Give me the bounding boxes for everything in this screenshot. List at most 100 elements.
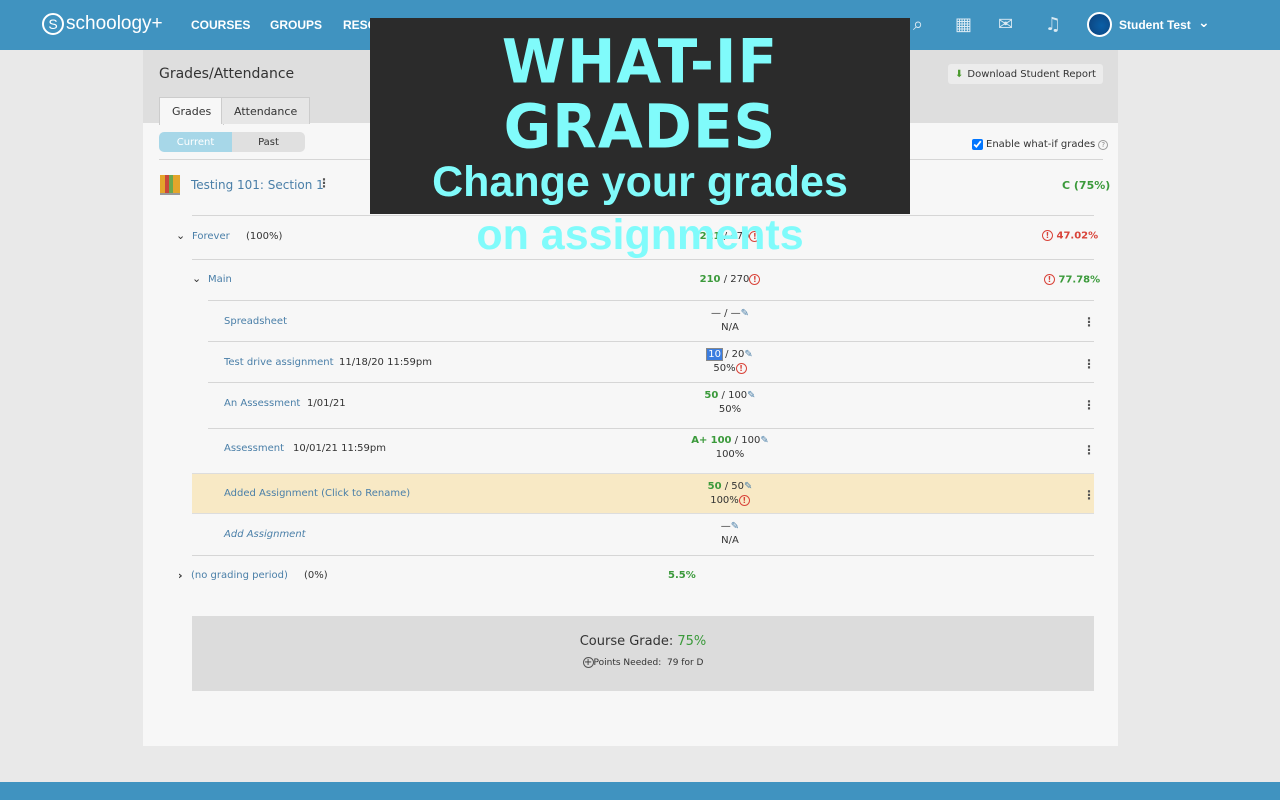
brand-text: schoology+	[66, 13, 163, 34]
percent: 100%	[715, 449, 745, 460]
avatar[interactable]	[1087, 12, 1112, 37]
overlay-subtitle-1: Change your grades	[432, 158, 848, 206]
course-menu-icon[interactable]: ⋮	[318, 176, 330, 190]
score[interactable]: 50	[704, 390, 718, 401]
whatif-checkbox[interactable]	[972, 139, 983, 150]
grade: 77.78%	[1058, 274, 1101, 286]
score[interactable]: 100	[711, 435, 732, 446]
chevron-down-icon[interactable]: ⌄	[192, 272, 201, 285]
whatif-toggle[interactable]: Enable what-if grades?	[972, 139, 1109, 150]
period-name[interactable]: Forever	[192, 231, 230, 242]
pencil-icon[interactable]: ✎	[731, 521, 739, 532]
add-assignment-link[interactable]: Add Assignment	[224, 529, 306, 540]
overlay-subtitle-2: on assignments	[476, 211, 804, 259]
percent: 50%	[718, 404, 742, 415]
warning-icon: !	[749, 273, 761, 285]
assignment-name[interactable]: An Assessment	[224, 398, 300, 409]
download-label: Download Student Report	[967, 68, 1096, 80]
course-books-icon	[160, 175, 180, 195]
warning-icon: !	[735, 362, 747, 374]
pencil-icon[interactable]: ✎	[744, 481, 752, 492]
period-name[interactable]: (no grading period)	[191, 570, 288, 581]
assignment-menu-icon[interactable]: ⋮	[1083, 398, 1095, 412]
points-needed[interactable]: +Points Needed: 79 for D	[192, 657, 1094, 668]
tab-grades[interactable]: Grades	[159, 97, 225, 125]
pencil-icon[interactable]: ✎	[747, 390, 755, 401]
chevron-right-icon[interactable]: ›	[178, 569, 183, 582]
assignment-score[interactable]: 50 / 100✎ 50%	[600, 389, 860, 417]
add-assignment-score[interactable]: —✎ N/A	[600, 520, 860, 548]
points-value: 79 for D	[666, 658, 704, 668]
bell-icon[interactable]: ♫	[1045, 14, 1061, 35]
points-label: Points Needed:	[593, 658, 662, 668]
course-grade-value: 75%	[677, 634, 707, 649]
mail-icon[interactable]: ✉	[998, 14, 1013, 35]
total: 20	[731, 349, 745, 360]
assignment-menu-icon[interactable]: ⋮	[1083, 488, 1095, 502]
footer-bar	[0, 782, 1280, 800]
assignment-name[interactable]: Assessment	[224, 443, 284, 454]
plus-circle-icon[interactable]: +	[582, 657, 594, 668]
warning-icon: !	[1042, 230, 1053, 241]
assignment-due: 10/01/21 11:59pm	[293, 443, 386, 454]
total: 100	[741, 435, 761, 446]
tab-attendance[interactable]: Attendance	[221, 97, 311, 124]
pencil-icon[interactable]: ✎	[744, 349, 752, 360]
total: —	[730, 308, 741, 319]
schoology-logo[interactable]: Sschoology+	[42, 13, 163, 35]
percent: 50%	[713, 363, 736, 374]
total: 100	[728, 390, 748, 401]
category-score: 210 / 270!	[600, 273, 860, 287]
assignment-score[interactable]: — / —✎ N/A	[600, 307, 860, 335]
assignment-menu-icon[interactable]: ⋮	[1083, 315, 1095, 329]
assignment-score[interactable]: A+ 100 / 100✎ 100%	[600, 434, 860, 462]
period-grade: ! 47.02%	[1042, 230, 1098, 242]
pencil-icon[interactable]: ✎	[760, 435, 768, 446]
nav-courses[interactable]: COURSES	[191, 18, 250, 32]
score[interactable]: —	[711, 308, 721, 319]
nav-groups[interactable]: GROUPS	[270, 18, 322, 32]
divider	[192, 555, 1094, 556]
course-name[interactable]: Testing 101: Section 1	[191, 178, 324, 192]
score[interactable]: 50	[708, 481, 722, 492]
whatif-label: Enable what-if grades	[986, 139, 1096, 150]
assignment-due: 1/01/21	[307, 398, 346, 409]
help-icon[interactable]: ?	[1098, 139, 1109, 150]
pencil-icon[interactable]: ✎	[741, 308, 749, 319]
warning-icon: !	[1044, 274, 1055, 285]
assignment-menu-icon[interactable]: ⋮	[1083, 443, 1095, 457]
assignment-name[interactable]: Test drive assignment	[224, 357, 334, 368]
period-past[interactable]: Past	[232, 132, 305, 152]
divider	[208, 341, 1094, 342]
chevron-down-icon[interactable]: ⌄	[1198, 15, 1210, 31]
period-grade: 5.5%	[668, 570, 696, 581]
user-name[interactable]: Student Test	[1119, 18, 1191, 32]
assignment-score[interactable]: 10 / 20✎ 50%!	[600, 348, 860, 376]
score[interactable]: —	[721, 521, 731, 532]
chevron-down-icon[interactable]: ⌄	[176, 229, 185, 242]
category-name[interactable]: Main	[208, 274, 232, 285]
course-grade-line: Course Grade: 75%	[192, 634, 1094, 649]
course-grade: C (75%)	[1062, 179, 1111, 192]
letter-grade: A+	[691, 435, 708, 446]
calendar-icon[interactable]: ▦	[955, 14, 972, 35]
download-report-button[interactable]: ⬇ Download Student Report	[948, 64, 1103, 84]
assignment-name[interactable]: Added Assignment (Click to Rename)	[224, 488, 410, 499]
period-weight: (0%)	[304, 570, 328, 581]
assignment-name[interactable]: Spreadsheet	[224, 316, 287, 327]
assignment-menu-icon[interactable]: ⋮	[1083, 357, 1095, 371]
score: 210	[699, 274, 721, 285]
divider	[208, 300, 1094, 301]
download-icon: ⬇	[955, 68, 964, 80]
period-current[interactable]: Current	[159, 132, 232, 152]
logo-s-icon: S	[42, 13, 64, 35]
overlay-title: WHAT-IF GRADES	[501, 25, 779, 163]
percent: N/A	[721, 322, 739, 333]
assignment-score[interactable]: 50 / 50✎ 100%!	[600, 480, 860, 508]
promo-overlay: WHAT-IF GRADES Change your grades on ass…	[370, 18, 910, 259]
score-input[interactable]: 10	[706, 348, 723, 361]
grade: 47.02%	[1056, 230, 1099, 242]
assignment-due: 11/18/20 11:59pm	[339, 357, 432, 368]
search-icon[interactable]: ⌕	[913, 14, 923, 35]
period-weight: (100%)	[246, 231, 283, 242]
